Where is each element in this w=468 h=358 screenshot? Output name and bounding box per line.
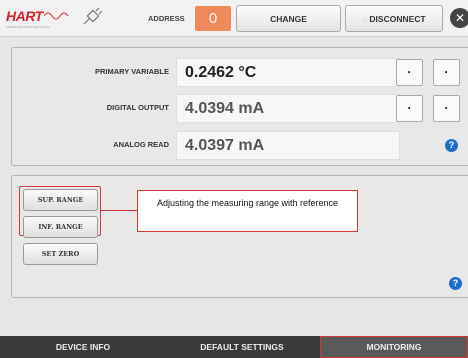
help-icon[interactable]: ? [445, 139, 458, 152]
change-button[interactable]: CHANGE [236, 5, 341, 32]
primary-decrement-button[interactable]: · [396, 59, 423, 86]
bottom-nav: DEVICE INFO DEFAULT SETTINGS MONITORING [0, 336, 468, 358]
primary-variable-label: PRIMARY VARIABLE [94, 67, 169, 76]
range-panel: SUP. RANGE INF. RANGE SET ZERO Adjusting… [11, 175, 468, 298]
digital-output-label: DIGITAL OUTPUT [106, 103, 169, 112]
digital-decrement-button[interactable]: · [396, 95, 423, 122]
tab-device-info[interactable]: DEVICE INFO [0, 336, 166, 358]
disconnect-label: DISCONNECT [369, 13, 426, 24]
logo-subtitle: COMMUNICATION PROTOCOL [6, 25, 50, 29]
inf-range-button[interactable]: INF. RANGE [23, 216, 98, 238]
address-label: ADDRESS [148, 14, 185, 23]
analog-read-value: 4.0397 mA [176, 131, 400, 160]
address-field[interactable]: 0 [195, 6, 231, 31]
digital-increment-button[interactable]: · [433, 95, 460, 122]
top-toolbar: HART COMMUNICATION PROTOCOL ADDRESS 0 CH… [0, 0, 468, 37]
set-zero-button[interactable]: SET ZERO [23, 243, 98, 265]
primary-increment-button[interactable]: · [433, 59, 460, 86]
logo-text: HART [6, 8, 43, 24]
disconnect-icon: ◌ [362, 13, 368, 24]
tab-monitoring[interactable]: MONITORING [320, 336, 468, 358]
annotation-callout: Adjusting the measuring range with refer… [137, 190, 358, 232]
primary-variable-value: 0.2462 °C [176, 58, 400, 87]
callout-connector [101, 210, 137, 211]
sup-range-button[interactable]: SUP. RANGE [23, 189, 98, 211]
disconnect-button[interactable]: ◌ DISCONNECT [345, 5, 443, 32]
plug-icon [83, 8, 103, 25]
analog-read-label: ANALOG READ [113, 140, 169, 149]
digital-output-value: 4.0394 mA [176, 94, 400, 123]
close-icon[interactable]: ✕ [450, 8, 468, 28]
tab-default-settings[interactable]: DEFAULT SETTINGS [166, 336, 318, 358]
logo-wave-icon [44, 12, 69, 20]
readings-panel: PRIMARY VARIABLE 0.2462 °C · · DIGITAL O… [11, 47, 468, 166]
hart-logo: HART COMMUNICATION PROTOCOL [6, 8, 69, 29]
help-icon[interactable]: ? [449, 277, 462, 290]
